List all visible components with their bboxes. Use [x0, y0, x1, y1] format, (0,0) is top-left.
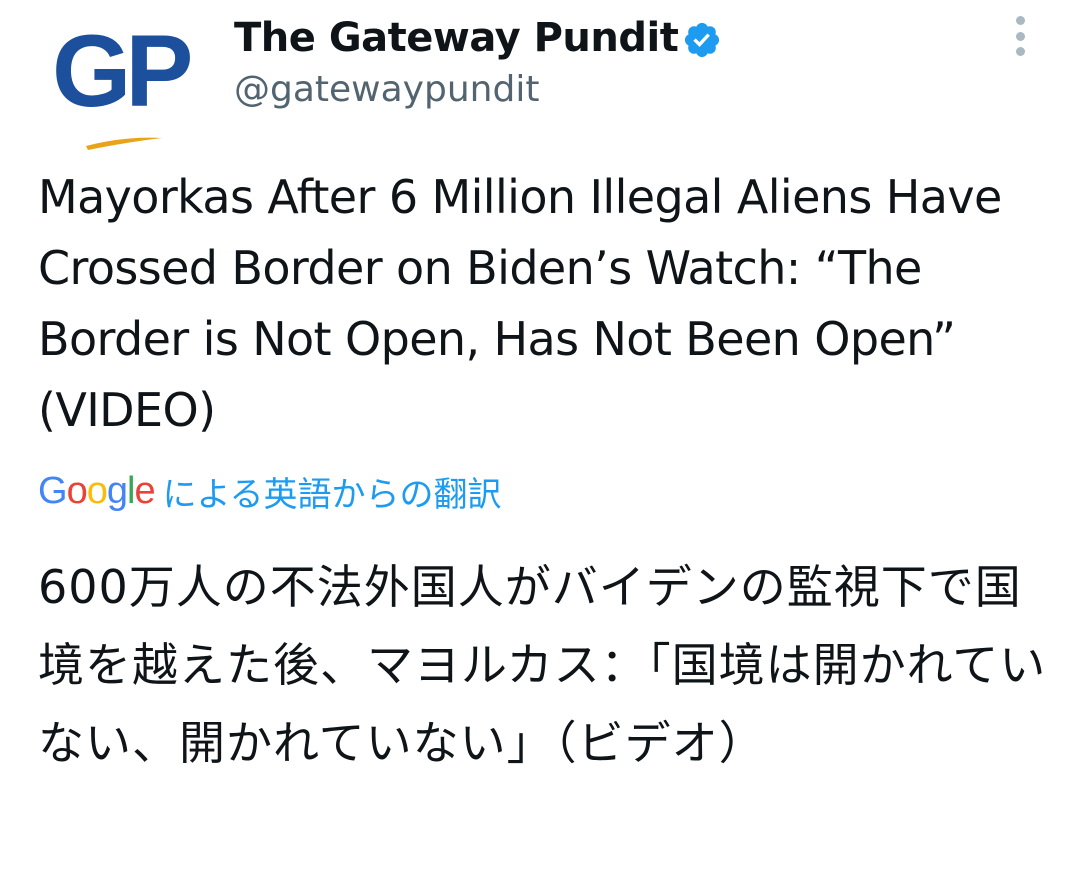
more-vertical-icon-dot [1015, 31, 1025, 41]
google-logo-letter: g [106, 469, 128, 512]
google-logo-letter: e [134, 469, 155, 512]
avatar[interactable]: GP [34, 6, 194, 156]
google-logo: Google [38, 469, 156, 513]
display-name[interactable]: The Gateway Pundit [234, 14, 679, 62]
more-vertical-icon-dot [1015, 47, 1025, 56]
translation-attribution[interactable]: Google による英語からの翻訳 [38, 466, 502, 516]
google-logo-letter: G [38, 469, 68, 512]
account-handle[interactable]: @gatewaypundit [234, 68, 539, 112]
tweet-card[interactable]: GP The Gateway Pundit @gatewaypundit May… [0, 0, 1080, 892]
translation-label[interactable]: による英語からの翻訳 [163, 467, 502, 516]
avatar-logo-text: GP [52, 14, 193, 128]
translated-text: 600万人の不法外国人がバイデンの監視下で国境を越えた後、マヨルカス：「国境は開… [38, 560, 1047, 770]
more-options-button[interactable] [1004, 14, 1036, 58]
tweet-text: Mayorkas After 6 Million Illegal Aliens … [38, 170, 1002, 437]
google-logo-letter: o [66, 469, 88, 512]
more-vertical-icon-dot [1015, 16, 1025, 25]
avatar-swoosh-icon [86, 137, 162, 150]
google-logo-letter: o [86, 469, 108, 512]
verified-badge-icon [684, 22, 720, 58]
